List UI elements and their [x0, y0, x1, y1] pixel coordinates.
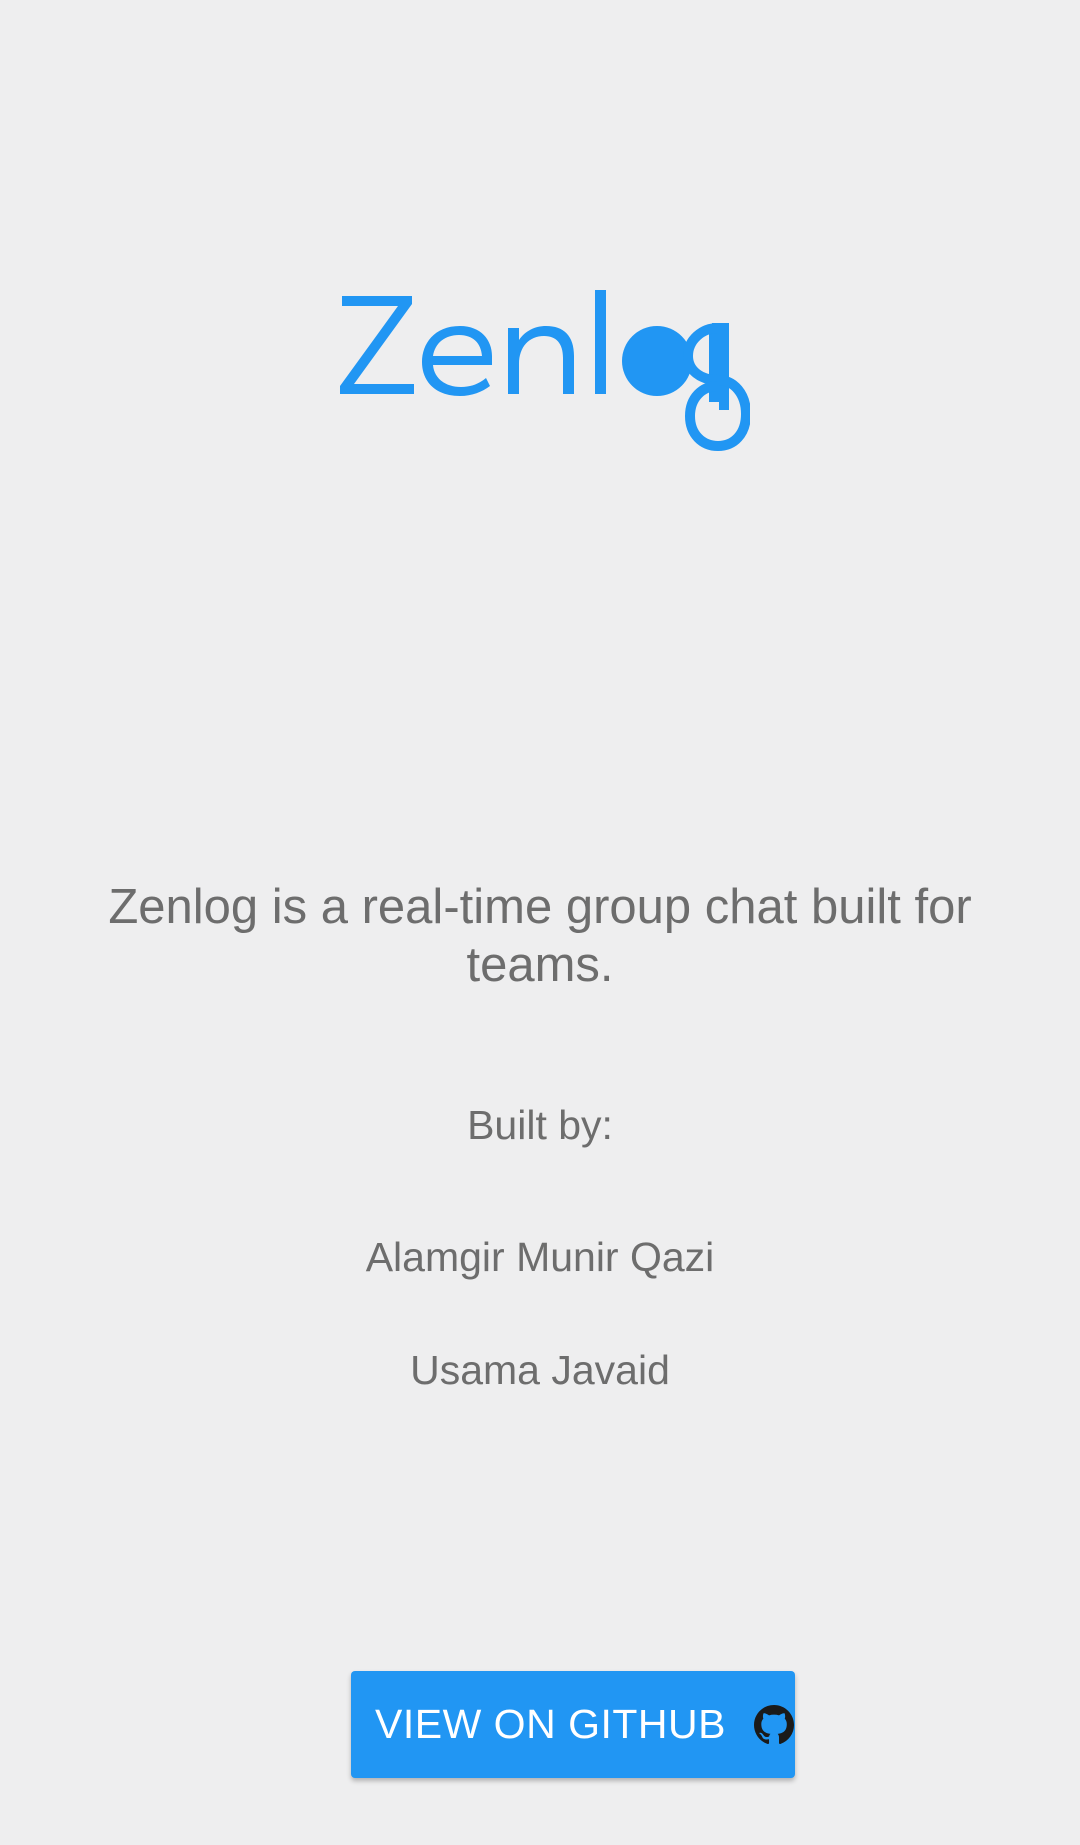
view-on-github-button[interactable]: VIEW ON GITHUB	[351, 1671, 795, 1778]
zenlog-logo	[0, 270, 1080, 470]
app-description: Zenlog is a real-time group chat built f…	[108, 880, 972, 992]
author-name: Usama Javaid	[410, 1347, 670, 1393]
github-icon	[753, 1704, 794, 1745]
github-button-label: VIEW ON GITHUB	[375, 1701, 726, 1747]
author-name: Alamgir Munir Qazi	[365, 1234, 715, 1280]
built-by-label: Built by:	[467, 1102, 613, 1148]
about-screen: Zenlog is a real-time group chat built f…	[0, 0, 1080, 1845]
